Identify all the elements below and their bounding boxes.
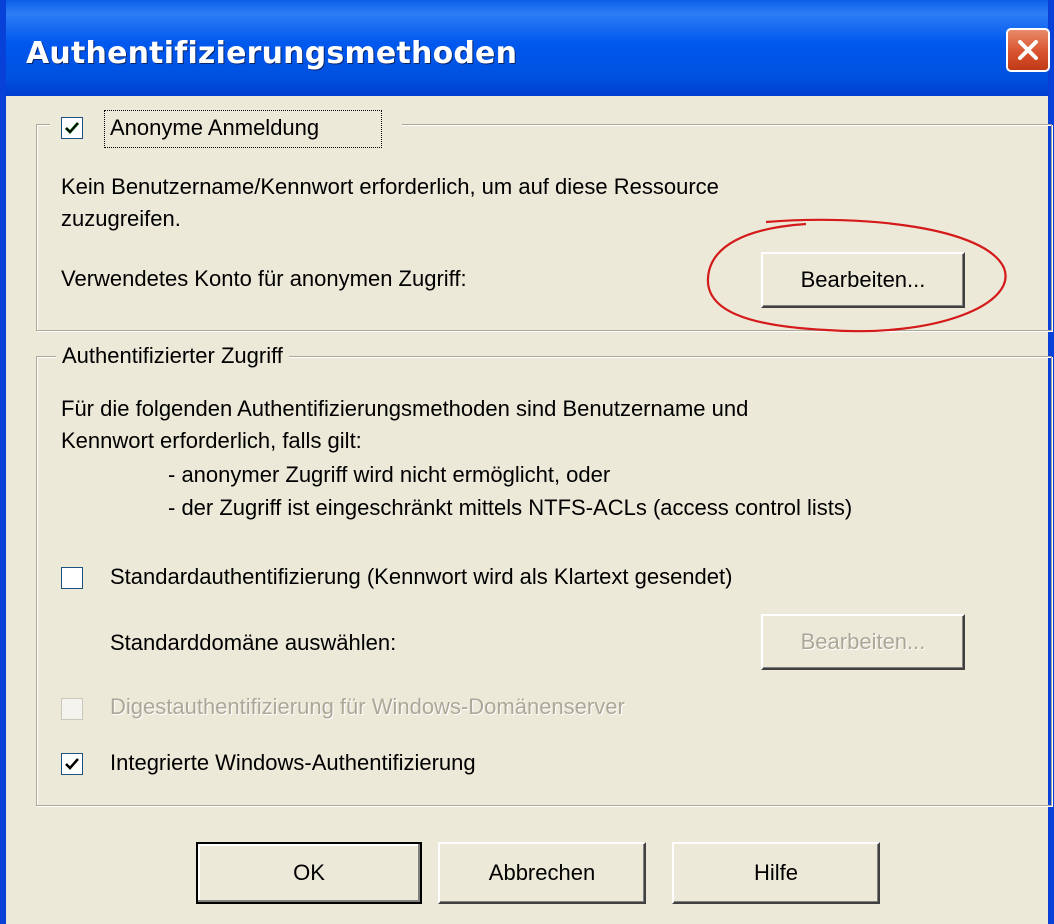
dialog-window: Authentifizierungsmethoden Anonyme Anmel… xyxy=(0,0,1054,924)
authenticated-description-line2: Kennwort erforderlich, falls gilt: xyxy=(61,428,362,453)
default-domain-label: Standarddomäne auswählen: xyxy=(110,630,397,655)
title-bar[interactable]: Authentifizierungsmethoden xyxy=(6,0,1048,96)
default-domain-edit-button: Bearbeiten... xyxy=(761,614,965,670)
cancel-button[interactable]: Abbrechen xyxy=(438,842,646,904)
help-button[interactable]: Hilfe xyxy=(672,842,880,904)
integrated-windows-auth-checkbox[interactable] xyxy=(61,753,83,775)
authenticated-description-line1: Für die folgenden Authentifizierungsmeth… xyxy=(61,396,749,421)
checkmark-icon xyxy=(64,122,80,135)
window-title: Authentifizierungsmethoden xyxy=(26,36,518,71)
authenticated-legend: Authentifizierter Zugriff xyxy=(56,340,289,372)
digest-auth-checkbox xyxy=(61,698,83,720)
ok-button[interactable]: OK xyxy=(196,842,422,904)
authenticated-bullet-1: - anonymer Zugriff wird nicht ermöglicht… xyxy=(168,462,611,487)
anonymous-account-label: Verwendetes Konto für anonymen Zugriff: xyxy=(61,266,467,291)
basic-auth-checkbox[interactable] xyxy=(61,567,83,589)
digest-auth-label: Digestauthentifizierung für Windows-Domä… xyxy=(110,694,625,719)
anonymous-description-line2: zuzugreifen. xyxy=(61,206,181,231)
authenticated-bullet-2: - der Zugriff ist eingeschränkt mittels … xyxy=(168,495,853,520)
close-button[interactable] xyxy=(1006,28,1050,72)
anonymous-login-checkbox[interactable] xyxy=(61,117,83,139)
anonymous-description-line1: Kein Benutzername/Kennwort erforderlich,… xyxy=(61,174,719,199)
integrated-windows-auth-label[interactable]: Integrierte Windows-Authentifizierung xyxy=(110,748,476,778)
basic-auth-label[interactable]: Standardauthentifizierung (Kennwort wird… xyxy=(110,562,732,592)
anonymous-login-label[interactable]: Anonyme Anmeldung xyxy=(110,113,319,143)
anonymous-edit-button[interactable]: Bearbeiten... xyxy=(761,252,965,308)
close-icon xyxy=(1018,40,1038,60)
checkmark-icon xyxy=(65,758,79,770)
